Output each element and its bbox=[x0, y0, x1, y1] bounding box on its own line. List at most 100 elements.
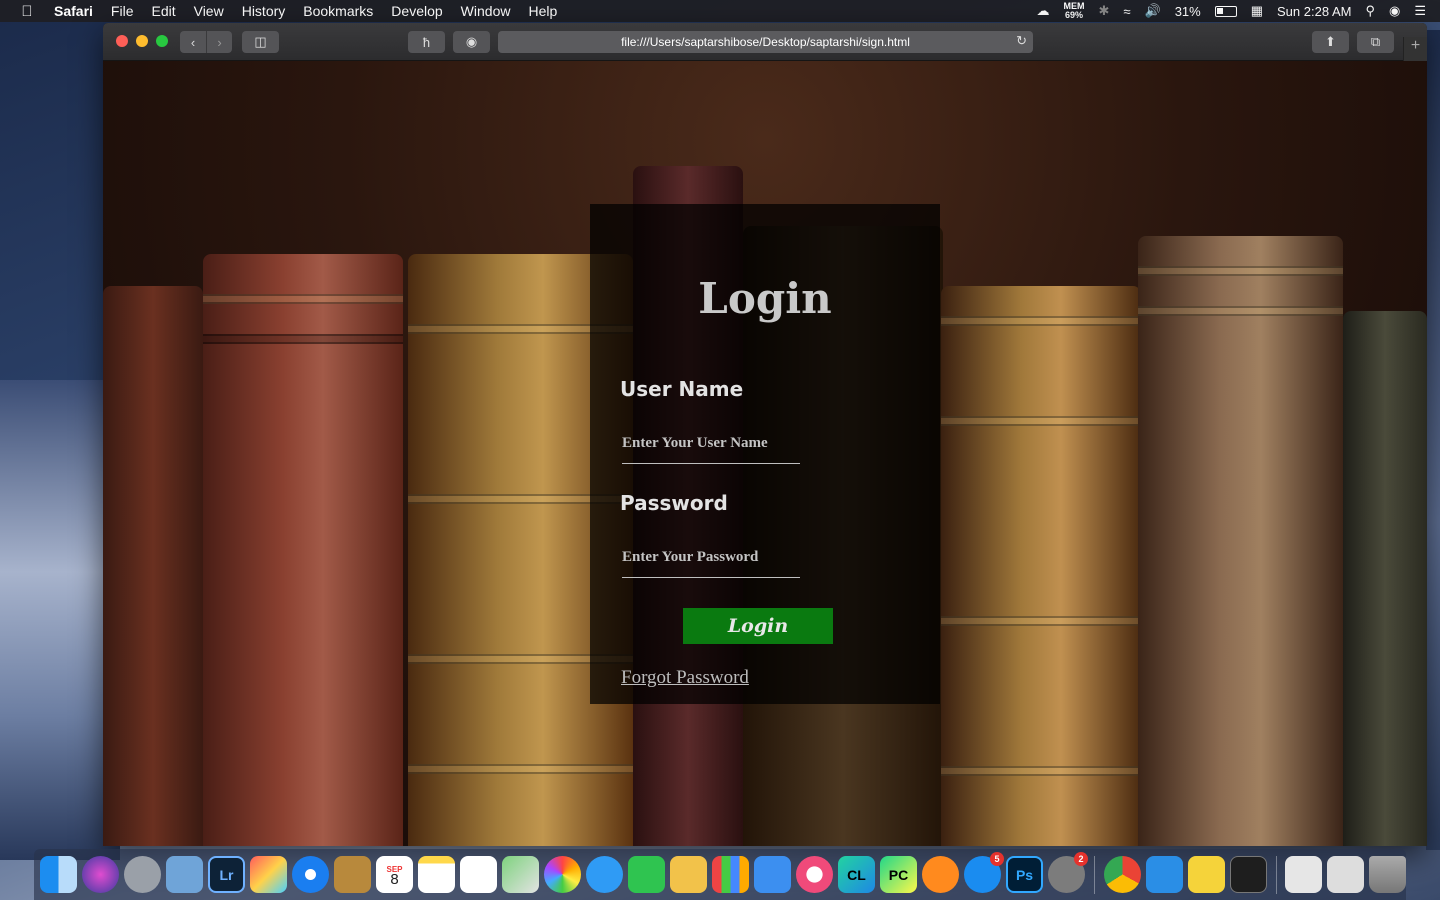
username-input[interactable] bbox=[622, 424, 800, 464]
pycharm-icon[interactable]: PC bbox=[880, 856, 917, 893]
menu-help[interactable]: Help bbox=[519, 3, 566, 19]
forward-arrow-icon[interactable]: › bbox=[207, 35, 232, 50]
back-arrow-icon[interactable]: ‹ bbox=[180, 35, 206, 50]
photos-icon[interactable] bbox=[544, 856, 581, 893]
menu-app-name[interactable]: Safari bbox=[54, 3, 102, 19]
vscode-icon[interactable] bbox=[1145, 856, 1183, 893]
menu-window[interactable]: Window bbox=[452, 3, 520, 19]
extension-icon: ħ bbox=[422, 34, 431, 50]
login-panel: Login User Name Password Login Forgot Pa… bbox=[590, 204, 940, 704]
battery-percent[interactable]: 31% bbox=[1175, 4, 1201, 19]
menu-develop[interactable]: Develop bbox=[382, 3, 451, 19]
photoshop-icon[interactable]: Ps bbox=[1006, 856, 1043, 893]
ibooks-icon[interactable] bbox=[922, 856, 959, 893]
password-label: Password bbox=[620, 491, 728, 515]
notes-icon[interactable] bbox=[418, 856, 455, 893]
battery-icon[interactable] bbox=[1214, 5, 1237, 17]
clock[interactable]: Sun 2:28 AM bbox=[1277, 4, 1351, 19]
downloads-stack-icon[interactable] bbox=[1327, 856, 1364, 893]
memory-status[interactable]: MEM 69% bbox=[1063, 2, 1084, 20]
share-icon: ⬆ bbox=[1325, 34, 1336, 49]
book-spine bbox=[1138, 236, 1343, 846]
notefile-icon[interactable] bbox=[334, 856, 371, 893]
notification-center-icon[interactable]: ☰ bbox=[1414, 3, 1426, 19]
clion-icon[interactable]: CL bbox=[838, 856, 875, 893]
grammarly-button[interactable]: ◉ bbox=[453, 31, 490, 53]
menu-edit[interactable]: Edit bbox=[142, 3, 184, 19]
sidebar-toggle-button[interactable]: ◫ bbox=[242, 31, 279, 53]
launchpad-icon[interactable] bbox=[124, 856, 161, 893]
bluetooth-icon[interactable]: ✱ bbox=[1098, 3, 1109, 19]
book-spine bbox=[941, 286, 1141, 846]
wifi-icon[interactable]: ≈ bbox=[1123, 4, 1130, 19]
sql-file-icon[interactable] bbox=[1285, 856, 1322, 893]
menu-bar:  Safari File Edit View History Bookmark… bbox=[0, 0, 1440, 22]
memory-value: 69% bbox=[1064, 10, 1083, 20]
close-window-button[interactable] bbox=[116, 35, 128, 47]
siri-icon[interactable] bbox=[82, 856, 119, 893]
zoom-window-button[interactable] bbox=[156, 35, 168, 47]
extension-button[interactable]: ħ bbox=[408, 31, 445, 53]
numbers-icon[interactable] bbox=[712, 856, 749, 893]
calendar-icon[interactable]: SEP 8 bbox=[376, 856, 413, 893]
share-button[interactable]: ⬆ bbox=[1312, 31, 1349, 53]
password-input[interactable] bbox=[622, 538, 800, 578]
browser-toolbar: ‹ › ◫ ħ ◉ file:///Users/saptarshibose/De… bbox=[103, 23, 1427, 61]
safari-window: ‹ › ◫ ħ ◉ file:///Users/saptarshibose/De… bbox=[103, 23, 1427, 846]
desktop-wallpaper bbox=[0, 380, 120, 860]
dock-separator bbox=[1094, 855, 1095, 894]
url-text: file:///Users/saptarshibose/Desktop/sapt… bbox=[621, 35, 910, 49]
nav-buttons: ‹ › bbox=[180, 31, 232, 53]
username-label: User Name bbox=[620, 377, 744, 401]
chrome-icon[interactable] bbox=[1103, 856, 1141, 893]
facetime-icon[interactable] bbox=[628, 856, 665, 893]
itunes-icon[interactable] bbox=[796, 856, 833, 893]
calendar-day: 8 bbox=[390, 870, 399, 888]
tabs-overview-button[interactable]: ⧉ bbox=[1357, 31, 1394, 53]
reminders-icon[interactable] bbox=[460, 856, 497, 893]
book-spine bbox=[203, 254, 403, 846]
messages-icon[interactable] bbox=[586, 856, 623, 893]
new-tab-button[interactable]: + bbox=[1403, 37, 1427, 61]
menu-file[interactable]: File bbox=[102, 3, 143, 19]
forgot-password-link[interactable]: Forgot Password bbox=[621, 667, 749, 689]
spotlight-search-icon[interactable]: ⚲ bbox=[1365, 3, 1375, 19]
system-preferences-icon[interactable]: 2 bbox=[1048, 852, 1088, 893]
volume-icon[interactable]: 🔊 bbox=[1145, 3, 1161, 19]
apple-menu-icon[interactable]:  bbox=[0, 3, 54, 20]
siri-icon[interactable]: ◉ bbox=[1389, 3, 1400, 19]
final-cut-icon[interactable] bbox=[250, 856, 287, 893]
creative-cloud-icon[interactable]: ☁ bbox=[1036, 3, 1049, 19]
system-preferences-badge: 2 bbox=[1074, 852, 1088, 866]
desktop-wallpaper-edge bbox=[1426, 30, 1440, 850]
book-spine bbox=[1343, 311, 1427, 846]
wireshark-icon[interactable] bbox=[1187, 856, 1225, 893]
tabs-icon: ⧉ bbox=[1370, 34, 1381, 49]
reload-icon[interactable]: ↻ bbox=[1016, 33, 1027, 49]
finder-icon[interactable] bbox=[40, 856, 77, 893]
sidebar-icon: ◫ bbox=[254, 34, 267, 49]
app-store-icon[interactable]: 5 bbox=[964, 852, 1004, 893]
menu-view[interactable]: View bbox=[185, 3, 233, 19]
address-bar[interactable]: file:///Users/saptarshibose/Desktop/sapt… bbox=[498, 31, 1033, 53]
grammarly-icon: ◉ bbox=[465, 34, 478, 49]
dock: Lr SEP 8 CL PC 5 Ps 2 bbox=[34, 849, 1406, 900]
lightroom-icon[interactable]: Lr bbox=[208, 856, 245, 893]
minimize-window-button[interactable] bbox=[136, 35, 148, 47]
app-store-badge: 5 bbox=[990, 852, 1004, 866]
login-title: Login bbox=[698, 274, 832, 323]
safari-icon[interactable] bbox=[292, 856, 329, 893]
page-content: Login User Name Password Login Forgot Pa… bbox=[103, 61, 1427, 846]
maps-icon[interactable] bbox=[502, 856, 539, 893]
terminal-icon[interactable] bbox=[1229, 856, 1267, 893]
menu-bookmarks[interactable]: Bookmarks bbox=[294, 3, 382, 19]
keynote-icon[interactable] bbox=[754, 856, 791, 893]
mail-icon[interactable] bbox=[166, 856, 203, 893]
pages-icon[interactable] bbox=[670, 856, 707, 893]
trash-icon[interactable] bbox=[1369, 856, 1406, 893]
login-button[interactable]: Login bbox=[683, 608, 833, 644]
book-spine bbox=[103, 286, 203, 846]
dock-separator bbox=[1275, 855, 1276, 894]
menu-history[interactable]: History bbox=[233, 3, 295, 19]
calendar-menu-icon[interactable]: ▦ bbox=[1251, 3, 1263, 19]
